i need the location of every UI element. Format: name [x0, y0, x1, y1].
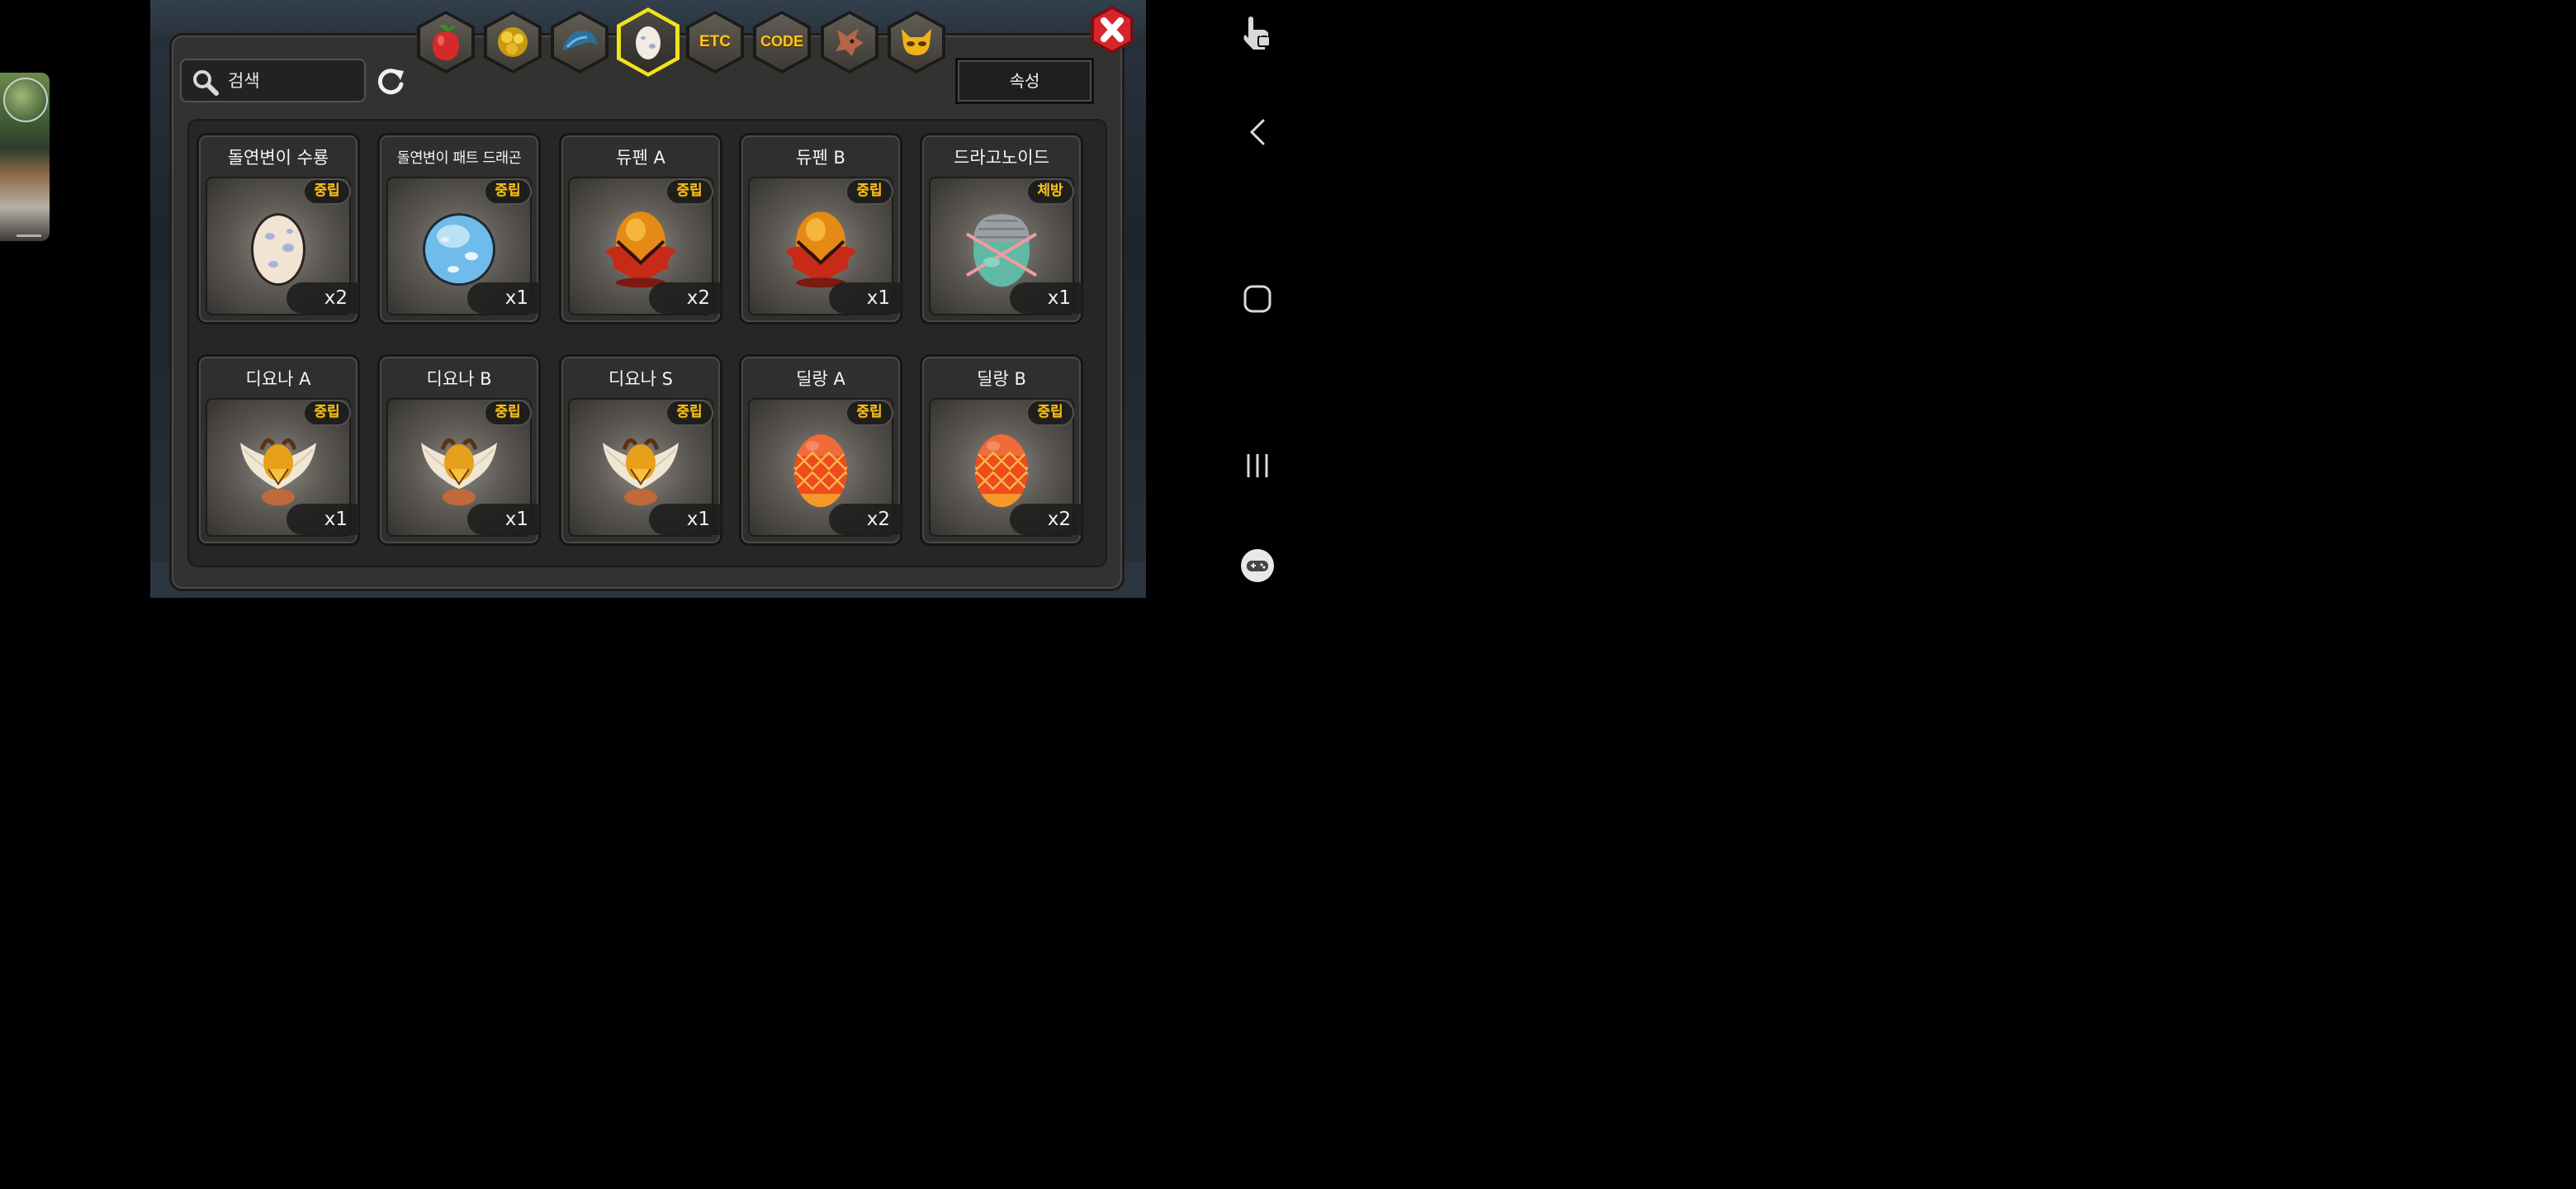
tab-blue-scale[interactable]: [551, 11, 608, 73]
dragon-egg-icon: [779, 205, 862, 294]
item-card[interactable]: 돌연변이 수룡중립 x2: [197, 133, 360, 324]
attribute-badge: 중립: [665, 400, 713, 426]
item-quantity: x2: [649, 282, 722, 314]
dragon-egg-icon: [962, 204, 1041, 295]
item-name: 디요나 S: [608, 369, 673, 389]
item-quantity: x2: [286, 282, 359, 314]
dragon-egg-icon: [237, 428, 320, 514]
item-name: 듀펜 B: [796, 148, 845, 168]
dragon-egg-icon: [599, 428, 682, 514]
game-controller-icon[interactable]: [1240, 548, 1275, 583]
dragon-head-icon: [836, 28, 864, 56]
attribute-button[interactable]: 속성: [955, 58, 1094, 104]
item-card[interactable]: 디요나 A 중립 x1: [197, 354, 360, 546]
item-quantity: x1: [829, 282, 902, 314]
item-card[interactable]: 듀펜 A 중립 x2: [559, 133, 722, 324]
gold-ore-icon: [498, 27, 528, 57]
attribute-badge: 중립: [845, 178, 893, 205]
item-quantity: x1: [467, 282, 540, 314]
tab-mask[interactable]: [888, 11, 945, 73]
item-name: 딜랑 A: [796, 369, 845, 389]
item-card[interactable]: 듀펜 B 중립 x1: [739, 133, 902, 324]
red-fruit-icon: [433, 24, 459, 60]
item-quantity: x1: [286, 504, 359, 535]
refresh-button[interactable]: [374, 64, 407, 97]
search-box: [180, 59, 366, 102]
item-card[interactable]: 돌연변이 패트 드래곤중립 x1: [377, 133, 541, 324]
item-quantity: x2: [1010, 504, 1082, 535]
blue-scale-icon: [562, 31, 597, 50]
background-app-thumbnail[interactable]: [0, 73, 50, 241]
item-card[interactable]: 딜랑 A 중립 x2: [739, 354, 902, 546]
recent-apps-icon[interactable]: [1243, 451, 1271, 481]
close-icon: [1091, 6, 1134, 54]
item-name: 드라고노이드: [954, 148, 1049, 168]
tab-egg[interactable]: [617, 7, 680, 77]
item-name: 돌연변이 패트 드래곤: [396, 150, 522, 167]
tab-fruit[interactable]: [417, 11, 475, 73]
item-name: 딜랑 B: [977, 369, 1026, 389]
search-input[interactable]: [228, 69, 352, 93]
tab-dragon[interactable]: [821, 11, 878, 73]
item-name: 디요나 B: [426, 369, 492, 389]
item-quantity: x2: [829, 504, 902, 535]
horned-mask-icon: [902, 29, 931, 55]
tab-code[interactable]: CODE: [753, 11, 811, 73]
item-name: 돌연변이 수룡: [227, 148, 329, 168]
attribute-badge: 중립: [1026, 400, 1074, 426]
item-card[interactable]: 드라고노이드체방 x1: [920, 133, 1083, 324]
dragon-egg-icon: [968, 428, 1035, 514]
attribute-badge: 중립: [484, 178, 532, 205]
attribute-badge: 중립: [484, 400, 532, 426]
minimap-image: [3, 78, 48, 122]
search-icon: [193, 70, 219, 96]
touch-lock-icon[interactable]: [1242, 13, 1275, 51]
item-quantity: x1: [649, 504, 722, 535]
item-name: 디요나 A: [245, 369, 311, 389]
item-name: 듀펜 A: [616, 148, 665, 168]
item-card[interactable]: 딜랑 B 중립 x2: [920, 354, 1083, 546]
item-card[interactable]: 디요나 S 중립 x1: [559, 354, 722, 546]
item-card[interactable]: 디요나 B 중립 x1: [377, 354, 541, 546]
dragon-egg-icon: [599, 205, 682, 294]
dragon-egg-icon: [420, 206, 498, 292]
attribute-badge: 중립: [303, 400, 351, 426]
close-button[interactable]: [1088, 4, 1136, 55]
dragon-egg-icon: [788, 428, 854, 514]
dragon-egg-icon: [418, 428, 500, 514]
refresh-icon: [377, 69, 404, 95]
item-quantity: x1: [1010, 282, 1082, 314]
attribute-badge: 중립: [303, 178, 351, 205]
attribute-badge: 중립: [665, 178, 713, 205]
back-icon[interactable]: [1247, 117, 1270, 147]
attribute-badge: 체방: [1026, 178, 1074, 205]
tab-gold-ore[interactable]: [484, 11, 542, 73]
egg-icon: [636, 26, 661, 59]
home-icon[interactable]: [1242, 284, 1273, 314]
tab-etc[interactable]: ETC: [686, 11, 744, 73]
attribute-badge: 중립: [845, 400, 893, 426]
item-quantity: x1: [467, 504, 540, 535]
dragon-egg-icon: [245, 206, 311, 292]
